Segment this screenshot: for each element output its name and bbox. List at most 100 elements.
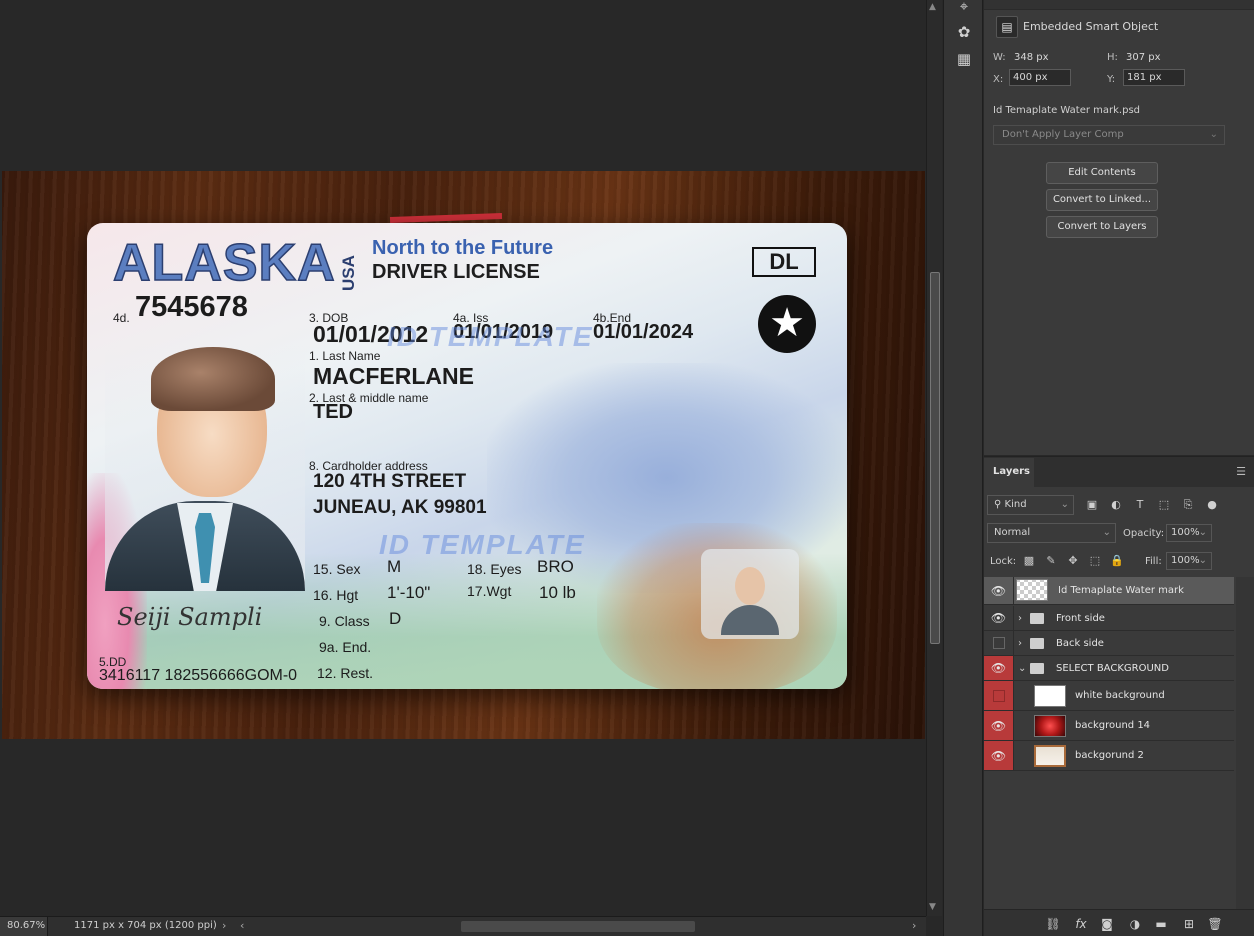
- scroll-left-icon[interactable]: ‹: [240, 919, 244, 932]
- eye-hidden-icon[interactable]: [984, 681, 1014, 710]
- layer-row-background-2[interactable]: 👁 backgorund 2: [984, 741, 1234, 771]
- panel-menu-icon[interactable]: ☰: [1236, 465, 1246, 478]
- id-label: 4d.: [113, 311, 130, 325]
- layer-row-background-14[interactable]: 👁 background 14: [984, 711, 1234, 741]
- swatches-icon[interactable]: ✿: [954, 22, 974, 42]
- dd-value: 3416117 182556666GOM-0: [99, 667, 298, 684]
- eye-icon[interactable]: 👁: [984, 741, 1014, 770]
- lock-position-icon[interactable]: ✥: [1066, 554, 1080, 568]
- shape-filter-icon[interactable]: ⬚: [1156, 497, 1172, 513]
- restriction-label: 12. Rest.: [317, 665, 374, 681]
- layer-thumbnail: [1034, 685, 1066, 707]
- zoom-level[interactable]: 80.67%: [0, 917, 48, 936]
- layer-name: white background: [1075, 690, 1165, 701]
- status-bar: 80.67% 1171 px x 704 px (1200 ppi) › ‹ ›: [0, 916, 926, 936]
- scroll-up-icon[interactable]: ▲: [929, 2, 936, 12]
- opacity-field[interactable]: 100% ⌄: [1166, 524, 1212, 542]
- link-layers-icon[interactable]: ⛓: [1045, 916, 1061, 932]
- lock-transparent-icon[interactable]: ▩: [1022, 554, 1036, 568]
- layer-row-front-side[interactable]: 👁 › Front side: [984, 606, 1234, 631]
- height-value[interactable]: 307 px: [1126, 52, 1161, 63]
- weight-label: 17.Wgt: [467, 583, 512, 599]
- layer-name: Id Temaplate Water mark: [1058, 585, 1184, 596]
- linked-file-name: Id Temaplate Water mark.psd: [993, 105, 1141, 116]
- delete-layer-icon[interactable]: 🗑: [1207, 916, 1223, 932]
- eye-icon[interactable]: 👁: [984, 577, 1014, 604]
- new-layer-icon[interactable]: ⊞: [1181, 916, 1197, 932]
- filter-toggle-icon[interactable]: ●: [1204, 497, 1220, 513]
- convert-to-linked-button[interactable]: Convert to Linked...: [1046, 189, 1158, 211]
- signature: Seiji Sampli: [117, 603, 263, 631]
- convert-to-layers-button[interactable]: Convert to Layers: [1046, 216, 1158, 238]
- layer-row-white-background[interactable]: white background: [984, 681, 1234, 711]
- new-group-icon[interactable]: ▬: [1153, 916, 1169, 932]
- scroll-down-icon[interactable]: ▼: [929, 902, 936, 912]
- canvas-area[interactable]: ALASKA USA North to the Future DRIVER LI…: [0, 0, 926, 916]
- y-field[interactable]: 181 px: [1123, 69, 1185, 86]
- vertical-scroll-thumb[interactable]: [930, 272, 940, 644]
- lock-artboard-icon[interactable]: ⬚: [1088, 554, 1102, 568]
- document-info[interactable]: 1171 px x 704 px (1200 ppi): [74, 920, 217, 931]
- layer-thumbnail: [1016, 579, 1048, 601]
- add-mask-icon[interactable]: ◙: [1099, 916, 1115, 932]
- edit-contents-button[interactable]: Edit Contents: [1046, 162, 1158, 184]
- adjustment-layer-icon[interactable]: ◑: [1127, 916, 1143, 932]
- paths-icon[interactable]: ⌖: [954, 0, 974, 16]
- info-menu-chevron-icon[interactable]: ›: [222, 919, 226, 932]
- filter-kind-select[interactable]: ⚲ Kind ⌄: [987, 495, 1074, 515]
- document-canvas[interactable]: ALASKA USA North to the Future DRIVER LI…: [2, 171, 925, 739]
- grid-icon[interactable]: ▦: [954, 49, 974, 69]
- adjustment-filter-icon[interactable]: ◐: [1108, 497, 1124, 513]
- properties-header: [984, 0, 1254, 10]
- portrait-hair: [151, 347, 275, 411]
- height-label: H:: [1107, 52, 1118, 63]
- layer-name: SELECT BACKGROUND: [1056, 663, 1169, 674]
- endorsement-label: 9a. End.: [319, 639, 372, 655]
- type-filter-icon[interactable]: T: [1132, 497, 1148, 513]
- chevron-right-icon[interactable]: ›: [1018, 606, 1022, 631]
- eye-icon[interactable]: 👁: [984, 656, 1014, 680]
- lock-image-icon[interactable]: ✎: [1044, 554, 1058, 568]
- scroll-right-icon[interactable]: ›: [912, 919, 916, 932]
- dl-badge: DL: [752, 247, 816, 277]
- layer-row-watermark[interactable]: 👁 Id Temaplate Water mark: [984, 577, 1234, 605]
- x-label: X:: [993, 74, 1004, 85]
- chevron-right-icon[interactable]: ›: [1018, 631, 1022, 656]
- fx-icon[interactable]: fx: [1073, 916, 1089, 932]
- folder-icon: [1030, 663, 1044, 674]
- state-name: ALASKA: [112, 233, 336, 293]
- blend-mode-select[interactable]: Normal ⌄: [987, 523, 1116, 543]
- pixel-filter-icon[interactable]: ▣: [1084, 497, 1100, 513]
- folder-icon: [1030, 638, 1044, 649]
- layer-comp-select[interactable]: Don't Apply Layer Comp ⌄: [993, 125, 1225, 145]
- lock-all-icon[interactable]: 🔒: [1110, 554, 1124, 568]
- horizontal-scroll-thumb[interactable]: [461, 921, 695, 932]
- country-label: USA: [339, 255, 358, 291]
- layer-row-back-side[interactable]: › Back side: [984, 631, 1234, 656]
- folder-icon: [1030, 613, 1044, 624]
- layer-name: backgorund 2: [1075, 750, 1144, 761]
- x-field[interactable]: 400 px: [1009, 69, 1071, 86]
- sex-value: M: [387, 557, 402, 576]
- eye-icon[interactable]: 👁: [984, 606, 1014, 630]
- height-value: 1'-10": [387, 583, 431, 602]
- chevron-down-icon: ⌄: [1198, 555, 1207, 566]
- layers-scrollbar[interactable]: [1236, 577, 1254, 909]
- eye-hidden-icon[interactable]: [984, 631, 1014, 655]
- canvas-vertical-scrollbar[interactable]: ▲ ▼: [926, 0, 942, 916]
- class-value: D: [389, 609, 402, 628]
- star-icon: ★: [758, 295, 816, 353]
- layer-row-select-background[interactable]: 👁 ⌄ SELECT BACKGROUND: [984, 656, 1234, 681]
- properties-panel: ▤ Embedded Smart Object W: 348 px H: 307…: [984, 0, 1254, 455]
- width-value[interactable]: 348 px: [1014, 52, 1049, 63]
- ghost-photo: [701, 549, 799, 639]
- photoshop-window: ALASKA USA North to the Future DRIVER LI…: [0, 0, 1254, 936]
- fill-field[interactable]: 100% ⌄: [1166, 552, 1212, 570]
- eye-icon[interactable]: 👁: [984, 711, 1014, 740]
- chevron-down-icon[interactable]: ⌄: [1018, 656, 1026, 681]
- panel-dock-icons: ⌖ ✿ ▦: [943, 0, 983, 936]
- layer-thumbnail: [1034, 715, 1066, 737]
- tab-layers[interactable]: Layers: [984, 458, 1034, 487]
- smart-object-icon: ▤: [996, 16, 1018, 38]
- smart-object-filter-icon[interactable]: ⎘: [1180, 497, 1196, 513]
